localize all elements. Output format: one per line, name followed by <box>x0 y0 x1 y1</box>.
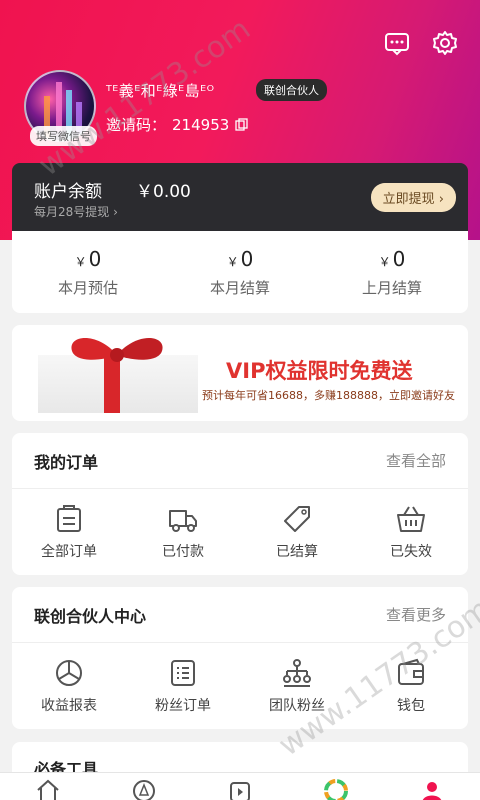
currency-symbol: ￥ <box>74 255 87 269</box>
order-all-label: 全部订单 <box>41 544 97 560</box>
stat-value: 0 <box>88 247 102 271</box>
vip-title: VIP权益限时免费送 <box>226 359 413 383</box>
message-icon[interactable] <box>384 30 410 56</box>
order-settled[interactable]: 已结算 <box>240 489 354 575</box>
vip-promo-banner[interactable]: VIP权益限时免费送 预计每年可省16688，多赚188888，立即邀请好友 <box>12 325 468 421</box>
discover-icon[interactable] <box>132 779 156 800</box>
stat-label: 本月预估 <box>57 279 118 297</box>
price-tag-icon <box>284 506 310 532</box>
orders-title: 我的订单 <box>34 452 99 472</box>
earnings-stats: ￥ 0 本月预估 ￥ 0 本月结算 ￥ 0 上月结算 <box>12 231 468 313</box>
stat-label: 本月结算 <box>209 279 270 297</box>
gift-bow-icon <box>71 338 163 362</box>
stat-this-month-settled[interactable]: ￥ 0 本月结算 <box>164 231 316 313</box>
vip-description: 预计每年可省16688，多赚188888，立即邀请好友 <box>202 389 455 402</box>
home-icon[interactable] <box>36 779 60 800</box>
invite-code-row[interactable]: 邀请码： 214953 <box>106 114 248 135</box>
user-nickname: ᵀᴱ義ᴱ和ᴱ綠ᴱ島ᴱᴼ <box>106 82 215 100</box>
top-actions <box>384 30 458 56</box>
wallet-label: 钱包 <box>397 698 425 714</box>
currency-symbol: ￥ <box>378 255 391 269</box>
order-settled-label: 已结算 <box>276 544 318 560</box>
partner-wallet[interactable]: 钱包 <box>354 643 468 729</box>
partner-center-section: 联创合伙人中心 查看更多 收益报表 粉丝订单 团队粉丝 钱包 <box>12 587 468 729</box>
withdraw-schedule-link[interactable]: 每月28号提现 › <box>34 203 118 220</box>
withdraw-button[interactable]: 立即提现 › <box>370 183 456 212</box>
wallet-icon <box>398 658 424 685</box>
pie-chart-icon <box>56 660 82 686</box>
fan-orders-label: 粉丝订单 <box>155 698 211 714</box>
fill-wechat-badge[interactable]: 填写微信号 <box>30 126 97 146</box>
partner-fan-orders[interactable]: 粉丝订单 <box>126 643 240 729</box>
order-paid[interactable]: 已付款 <box>126 489 240 575</box>
balance-label: 账户余额 <box>34 182 102 202</box>
stat-value: 0 <box>240 247 254 271</box>
partner-center-title: 联创合伙人中心 <box>34 606 147 626</box>
currency-symbol: ￥ <box>226 255 239 269</box>
invite-label: 邀请码： <box>106 116 167 134</box>
profile-icon[interactable] <box>420 779 444 800</box>
balance-amount: ￥0.00 <box>136 182 191 202</box>
gear-icon[interactable] <box>432 30 458 56</box>
copy-icon[interactable] <box>235 118 248 131</box>
color-wheel-icon[interactable] <box>324 779 348 800</box>
orders-view-all-link[interactable]: 查看全部 <box>386 450 446 471</box>
order-invalid-label: 已失效 <box>390 544 432 560</box>
order-paid-label: 已付款 <box>162 544 204 560</box>
team-fans-label: 团队粉丝 <box>269 698 325 714</box>
stat-value: 0 <box>392 247 406 271</box>
stat-last-month-settled[interactable]: ￥ 0 上月结算 <box>316 231 468 313</box>
partner-level-badge: 联创合伙人 <box>256 79 327 101</box>
stat-label: 上月结算 <box>361 279 422 297</box>
partner-earnings-report[interactable]: 收益报表 <box>12 643 126 729</box>
invite-code: 214953 <box>172 115 230 134</box>
clipboard-icon <box>57 505 81 532</box>
delivery-truck-icon <box>169 510 197 532</box>
order-invalid[interactable]: 已失效 <box>354 489 468 575</box>
partner-team-fans[interactable]: 团队粉丝 <box>240 643 354 729</box>
partner-view-more-link[interactable]: 查看更多 <box>386 604 446 625</box>
bottom-tab-bar <box>0 772 480 800</box>
video-icon[interactable] <box>228 779 252 800</box>
basket-icon <box>397 506 425 532</box>
my-orders-section: 我的订单 查看全部 全部订单 已付款 已结算 已失效 <box>12 433 468 575</box>
order-all[interactable]: 全部订单 <box>12 489 126 575</box>
balance-card: 账户余额 ￥0.00 每月28号提现 › 立即提现 › <box>12 163 468 231</box>
earnings-report-label: 收益报表 <box>41 698 97 714</box>
team-tree-icon <box>283 659 311 687</box>
stat-this-month-estimate[interactable]: ￥ 0 本月预估 <box>12 231 164 313</box>
list-document-icon <box>171 660 195 686</box>
